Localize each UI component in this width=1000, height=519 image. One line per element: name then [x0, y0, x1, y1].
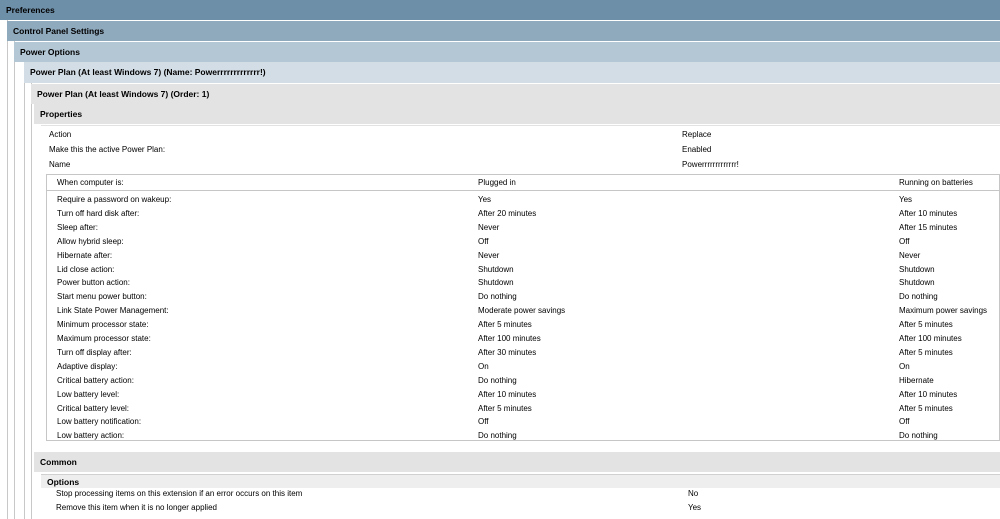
option-value: Yes [688, 503, 702, 512]
table-cell-setting: Link State Power Management: [57, 306, 169, 316]
table-row: Allow hybrid sleep: Off Off [47, 235, 999, 249]
table-row: Critical battery action: Do nothing Hibern… [47, 374, 999, 388]
table-row: Low battery level: After 10 minutes After … [47, 388, 999, 402]
table-cell-on-batteries: After 10 minutes [899, 208, 958, 218]
table-cell-on-batteries: Maximum power savings [899, 306, 988, 316]
section-header-options[interactable]: Options [41, 474, 1000, 488]
table-cell-plugged-in: After 30 minutes [478, 347, 537, 357]
table-cell-plugged-in: After 5 minutes [478, 403, 532, 413]
table-cell-setting: Minimum processor state: [57, 320, 149, 330]
section-header-power-options[interactable]: Power Options [14, 42, 1000, 62]
table-cell-setting: Critical battery level: [57, 403, 130, 413]
table-row: Turn off hard disk after: After 20 minute… [47, 207, 999, 221]
table-cell-plugged-in: Moderate power savings [478, 306, 566, 316]
table-cell-on-batteries: Shutdown [899, 278, 935, 288]
table-cell-setting: Start menu power button: [57, 292, 147, 302]
table-row: Power button action: Shutdown Shutdown [47, 276, 999, 290]
section-header-power-plan-order[interactable]: Power Plan (At least Windows 7) (Order: … [31, 84, 1000, 104]
option-label: Remove this item when it is no longer ap… [56, 503, 217, 512]
table-header-on-batteries: Running on batteries [899, 178, 973, 187]
table-header-condition: When computer is: [57, 178, 124, 187]
table-cell-on-batteries: Shutdown [899, 264, 935, 274]
table-row: Low battery action: Do nothing Do nothing [47, 429, 999, 443]
table-header-plugged-in: Plugged in [478, 178, 516, 187]
tree-guide-line [24, 62, 25, 519]
table-cell-setting: Allow hybrid sleep: [57, 236, 124, 246]
table-cell-plugged-in: On [478, 361, 489, 371]
property-label: Make this the active Power Plan: [49, 145, 166, 154]
table-row: Minimum processor state: After 5 minutes A… [47, 318, 999, 332]
table-cell-plugged-in: Never [478, 250, 500, 260]
table-cell-plugged-in: Off [478, 417, 489, 427]
option-label: Stop processing items on this extension … [56, 489, 303, 498]
tree-guide-line [7, 20, 8, 519]
table-cell-on-batteries: Never [899, 250, 921, 260]
table-row: Low battery notification: Off Off [47, 415, 999, 429]
table-cell-setting: Sleep after: [57, 222, 98, 232]
table-row: Start menu power button: Do nothing Do not… [47, 290, 999, 304]
table-cell-on-batteries: Hibernate [899, 375, 934, 385]
section-header-power-plan-name[interactable]: Power Plan (At least Windows 7) (Name: P… [24, 62, 1000, 83]
property-value: Enabled [682, 145, 712, 154]
table-cell-setting: Turn off display after: [57, 347, 132, 357]
table-row: Sleep after: Never After 15 minutes [47, 221, 999, 235]
option-value: No [688, 489, 699, 498]
table-cell-setting: Power button action: [57, 278, 130, 288]
table-row: Lid close action: Shutdown Shutdown [47, 263, 999, 277]
table-cell-setting: Hibernate after: [57, 250, 113, 260]
table-row: Maximum processor state: After 100 minute… [47, 332, 999, 346]
table-cell-on-batteries: After 5 minutes [899, 403, 953, 413]
table-header-row: When computer is: Plugged in Running on … [47, 176, 999, 191]
table-cell-setting: Critical battery action: [57, 375, 134, 385]
table-cell-on-batteries: Off [899, 236, 910, 246]
table-cell-plugged-in: Never [478, 222, 500, 232]
table-cell-plugged-in: Shutdown [478, 278, 514, 288]
table-cell-plugged-in: Yes [478, 195, 492, 204]
property-value: Replace [682, 130, 712, 139]
table-cell-on-batteries: Yes [899, 195, 913, 204]
table-cell-setting: Maximum processor state: [57, 334, 151, 343]
table-cell-on-batteries: After 10 minutes [899, 389, 958, 399]
property-label: Action [49, 130, 72, 139]
table-cell-on-batteries: After 15 minutes [899, 222, 958, 232]
table-cell-plugged-in: After 5 minutes [478, 320, 532, 330]
table-cell-on-batteries: After 5 minutes [899, 347, 953, 357]
table-cell-plugged-in: Do nothing [478, 292, 517, 302]
table-cell-setting: Lid close action: [57, 264, 115, 274]
table-cell-on-batteries: After 100 minutes [899, 334, 962, 343]
table-cell-setting: Adaptive display: [57, 361, 118, 371]
table-cell-setting: Low battery action: [57, 431, 125, 441]
table-cell-on-batteries: Off [899, 417, 910, 427]
power-settings-table: When computer is: Plugged in Running on … [46, 174, 1000, 441]
section-header-control-panel-settings[interactable]: Control Panel Settings [7, 21, 1000, 41]
section-header-preferences[interactable]: Preferences [0, 0, 1000, 20]
table-cell-plugged-in: After 10 minutes [478, 389, 537, 399]
section-header-properties[interactable]: Properties [34, 104, 1000, 124]
table-row: Adaptive display: On On [47, 360, 999, 374]
table-cell-plugged-in: Do nothing [478, 375, 517, 385]
table-row: Link State Power Management: Moderate pow… [47, 304, 999, 318]
property-label: Name [49, 160, 71, 169]
table-cell-setting: Turn off hard disk after: [57, 208, 140, 218]
table-cell-setting: Low battery level: [57, 389, 120, 399]
table-cell-on-batteries: On [899, 361, 910, 371]
table-cell-setting: Low battery notification: [57, 417, 142, 427]
table-cell-on-batteries: After 5 minutes [899, 320, 953, 330]
table-cell-setting: Require a password on wakeup: [57, 195, 172, 204]
tree-guide-line [31, 83, 32, 519]
table-cell-plugged-in: Do nothing [478, 431, 517, 441]
table-row: Turn off display after: After 30 minutes A… [47, 346, 999, 360]
tree-guide-line [14, 41, 15, 519]
table-cell-on-batteries: Do nothing [899, 431, 938, 441]
table-cell-plugged-in: After 20 minutes [478, 208, 537, 218]
table-row: Hibernate after: Never Never [47, 249, 999, 263]
table-cell-plugged-in: After 100 minutes [478, 334, 541, 343]
table-cell-plugged-in: Shutdown [478, 264, 514, 274]
property-value: Powerrrrrrrrrrrrr! [682, 160, 739, 169]
table-cell-plugged-in: Off [478, 236, 489, 246]
table-row: Require a password on wakeup: Yes Yes [47, 193, 999, 207]
table-cell-on-batteries: Do nothing [899, 292, 938, 302]
table-row: Critical battery level: After 5 minutes Af… [47, 402, 999, 416]
section-header-common[interactable]: Common [34, 452, 1000, 472]
